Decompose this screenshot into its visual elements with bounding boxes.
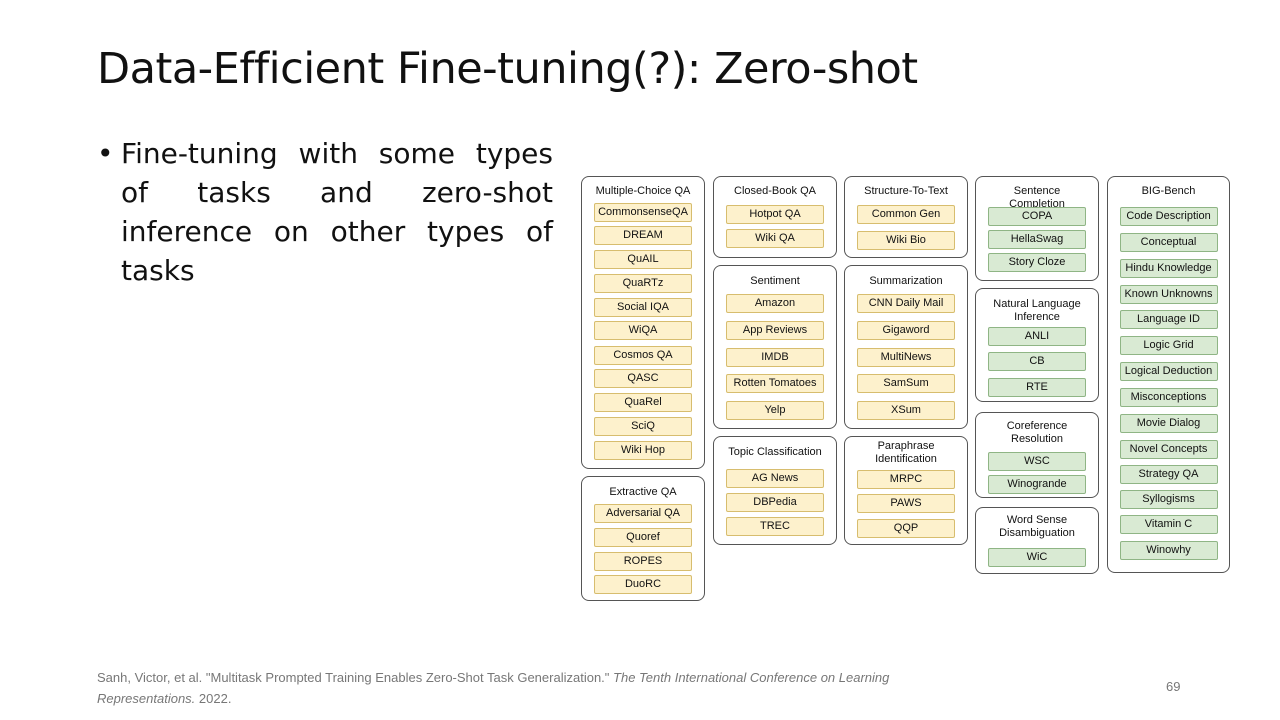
task-chip-rotten-tomatoes: Rotten Tomatoes: [726, 374, 824, 393]
task-chip-qqp: QQP: [857, 519, 955, 538]
task-chip-imdb: IMDB: [726, 348, 824, 367]
task-chip-multinews: MultiNews: [857, 348, 955, 367]
slide-title: Data-Efficient Fine-tuning(?): Zero-shot: [97, 44, 918, 94]
group-title: Word Sense Disambiguation: [999, 514, 1075, 539]
task-chip-wic: WiC: [988, 548, 1086, 567]
task-chip-novel-concepts: Novel Concepts: [1119, 440, 1218, 459]
task-chip-gigaword: Gigaword: [857, 321, 955, 340]
group-title: Sentiment: [750, 275, 800, 287]
task-chip-rte: RTE: [988, 378, 1086, 397]
task-chip-anli: ANLI: [988, 327, 1086, 346]
group-coreference-resolution: Coreference Resolution WSC Winogrande: [975, 412, 1099, 498]
task-chip-logical-deduction: Logical Deduction: [1119, 362, 1218, 381]
task-chip-adversarial-qa: Adversarial QA: [594, 504, 692, 523]
group-extractive-qa: Extractive QA Adversarial QA Quoref ROPES Du…: [581, 476, 705, 601]
task-chip-common-gen: Common Gen: [857, 205, 955, 224]
task-chip-copa: COPA: [988, 207, 1086, 226]
task-chip-misconceptions: Misconceptions: [1119, 388, 1218, 407]
group-word-sense-disambiguation: Word Sense Disambiguation WiC: [975, 507, 1099, 574]
task-chip-social-iqa: Social IQA: [594, 298, 692, 317]
group-structure-to-text: Structure-To-Text Common Gen Wiki Bio: [844, 176, 968, 258]
task-chip-movie-dialog: Movie Dialog: [1119, 414, 1218, 433]
task-chip-quoref: Quoref: [594, 528, 692, 547]
group-title: Extractive QA: [609, 486, 677, 498]
task-chip-hotpot-qa: Hotpot QA: [726, 205, 824, 224]
task-chip-yelp: Yelp: [726, 401, 824, 420]
task-chip-hellaswag: HellaSwag: [988, 230, 1086, 249]
task-chip-ag-news: AG News: [726, 469, 824, 488]
group-title: Natural Language Inference: [993, 298, 1081, 323]
task-chip-samsum: SamSum: [857, 374, 955, 393]
group-title: Structure-To-Text: [864, 185, 948, 197]
task-chip-dream: DREAM: [594, 226, 692, 245]
group-title: Closed-Book QA: [734, 185, 816, 197]
task-chip-story-cloze: Story Cloze: [988, 253, 1086, 272]
bullet-text: Fine-tuning with some types of tasks and…: [121, 137, 553, 287]
task-chip-qasc: QASC: [594, 369, 692, 388]
task-chip-wiki-qa: Wiki QA: [726, 229, 824, 248]
task-chip-wiki-hop: Wiki Hop: [594, 441, 692, 460]
task-chip-mrpc: MRPC: [857, 470, 955, 489]
task-chip-code-description: Code Description: [1119, 207, 1218, 226]
task-chip-cb: CB: [988, 352, 1086, 371]
group-big-bench: BIG-Bench Code Description Conceptual Hindu…: [1107, 176, 1230, 573]
task-chip-dbpedia: DBPedia: [726, 493, 824, 512]
task-chip-syllogisms: Syllogisms: [1119, 490, 1218, 509]
citation-text: Sanh, Victor, et al. "Multitask Prompted…: [97, 670, 610, 685]
group-title: Topic Classification: [728, 446, 822, 458]
task-chip-hindu-knowledge: Hindu Knowledge: [1119, 259, 1218, 278]
task-chip-strategy-qa: Strategy QA: [1119, 465, 1218, 484]
page-number: 69: [1166, 679, 1181, 694]
task-chip-wiki-bio: Wiki Bio: [857, 231, 955, 250]
task-chip-winogrande: Winogrande: [988, 475, 1086, 494]
task-chip-language-id: Language ID: [1119, 310, 1218, 329]
group-closed-book-qa: Closed-Book QA Hotpot QA Wiki QA: [713, 176, 837, 258]
task-chip-logic-grid: Logic Grid: [1119, 336, 1218, 355]
task-chip-quarel: QuaRel: [594, 393, 692, 412]
task-chip-cosmos-qa: Cosmos QA: [594, 346, 692, 365]
task-chip-sciq: SciQ: [594, 417, 692, 436]
group-multiple-choice-qa: Multiple-Choice QA CommonsenseQA DREAM QuAI…: [581, 176, 705, 469]
task-chip-trec: TREC: [726, 517, 824, 536]
citation: Sanh, Victor, et al. "Multitask Prompted…: [97, 667, 897, 709]
task-chip-xsum: XSum: [857, 401, 955, 420]
group-paraphrase-identification: Paraphrase Identification MRPC PAWS QQP: [844, 436, 968, 545]
task-chip-app-reviews: App Reviews: [726, 321, 824, 340]
group-title: Paraphrase Identification: [875, 440, 937, 465]
task-chip-quartz: QuaRTz: [594, 274, 692, 293]
group-title: Multiple-Choice QA: [595, 185, 691, 197]
group-title: BIG-Bench: [1141, 185, 1196, 197]
group-title: Summarization: [869, 275, 943, 287]
task-chip-quail: QuAIL: [594, 250, 692, 269]
group-summarization: Summarization CNN Daily Mail Gigaword Multi…: [844, 265, 968, 429]
task-chip-wsc: WSC: [988, 452, 1086, 471]
task-chip-ropes: ROPES: [594, 552, 692, 571]
group-sentiment: Sentiment Amazon App Reviews IMDB Rotten Tom…: [713, 265, 837, 429]
task-chip-amazon: Amazon: [726, 294, 824, 313]
task-chip-commonsenseqa: CommonsenseQA: [594, 203, 692, 222]
task-chip-wiqa: WiQA: [594, 321, 692, 340]
task-chip-winowhy: Winowhy: [1119, 541, 1218, 560]
task-chip-duorc: DuoRC: [594, 575, 692, 594]
bullet-point: • Fine-tuning with some types of tasks a…: [97, 134, 553, 290]
task-chip-cnn-daily-mail: CNN Daily Mail: [857, 294, 955, 313]
citation-year: 2022.: [198, 691, 232, 706]
group-natural-language-inference: Natural Language Inference ANLI CB RTE: [975, 288, 1099, 402]
task-chip-paws: PAWS: [857, 494, 955, 513]
task-chip-conceptual: Conceptual: [1119, 233, 1218, 252]
group-topic-classification: Topic Classification AG News DBPedia TREC: [713, 436, 837, 545]
bullet-marker: •: [97, 137, 114, 170]
group-title: Coreference Resolution: [1006, 420, 1068, 445]
group-sentence-completion: Sentence Completion COPA HellaSwag Story Cl…: [975, 176, 1099, 281]
task-chip-known-unknowns: Known Unknowns: [1119, 285, 1218, 304]
task-chip-vitamin-c: Vitamin C: [1119, 515, 1218, 534]
